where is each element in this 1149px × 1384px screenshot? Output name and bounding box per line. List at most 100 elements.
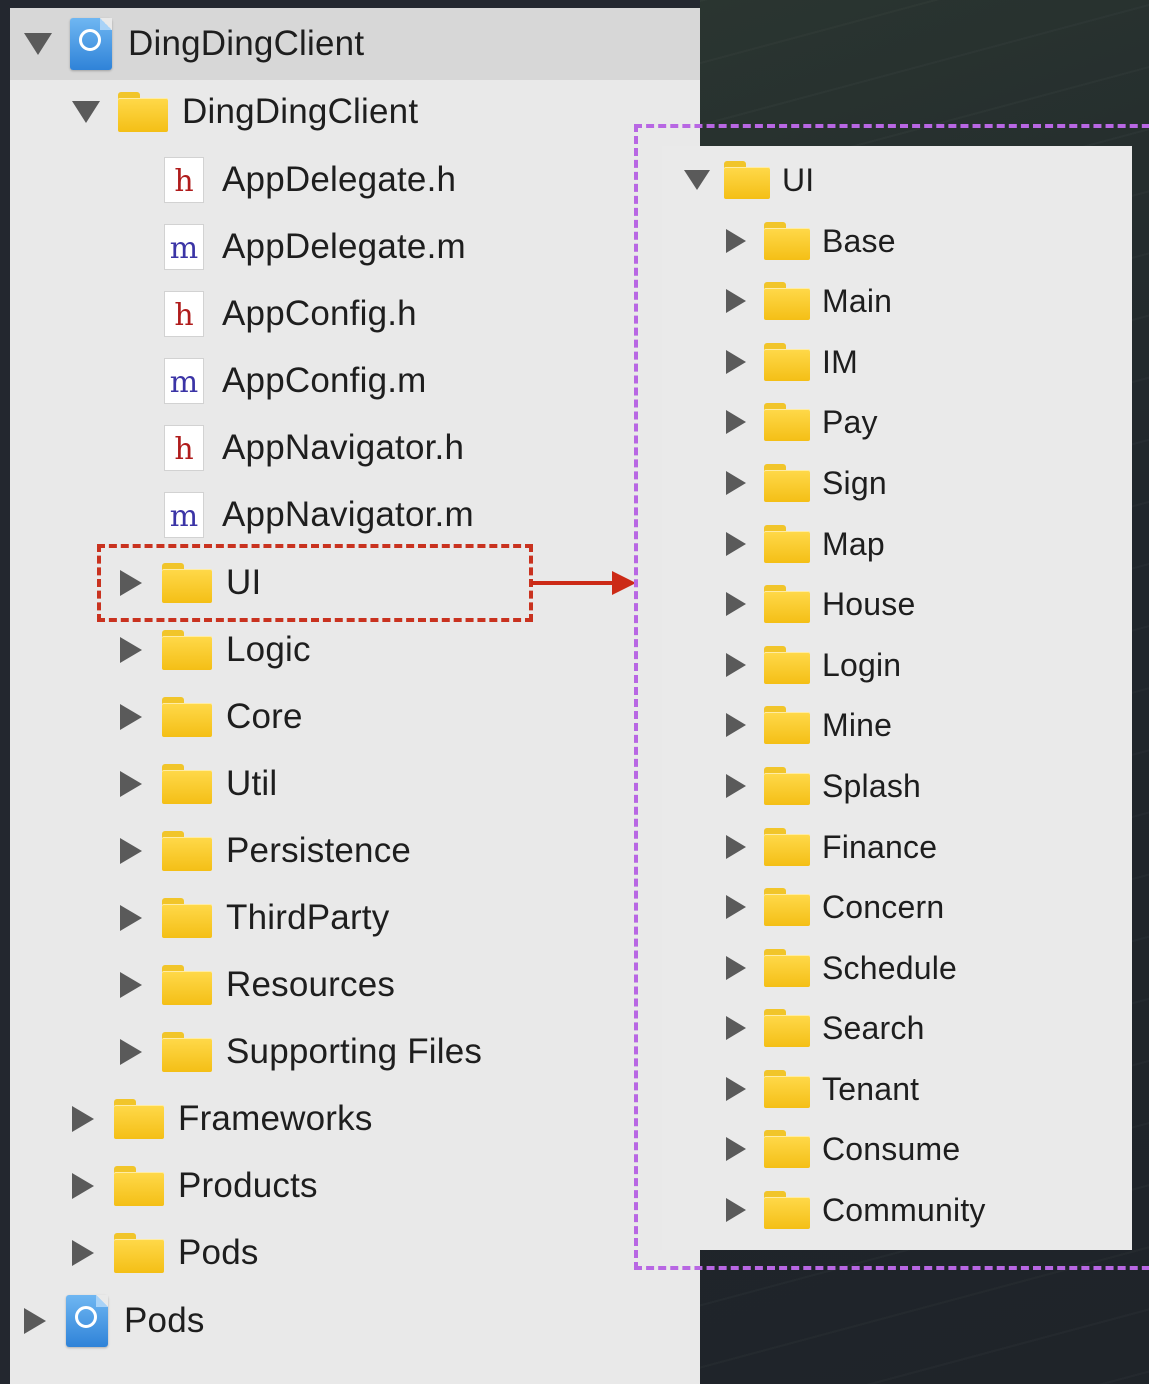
disclosure-collapsed-icon[interactable]: [726, 1077, 746, 1101]
tree-row-folder[interactable]: Main: [726, 273, 892, 329]
folder-label: Supporting Files: [226, 1032, 483, 1071]
disclosure-expanded-icon[interactable]: [72, 101, 100, 123]
tree-row-folder[interactable]: Community: [726, 1182, 986, 1238]
disclosure-collapsed-icon[interactable]: [726, 1137, 746, 1161]
tree-row-file[interactable]: m AppConfig.m: [164, 351, 427, 411]
tree-row-project[interactable]: Pods: [24, 1291, 205, 1351]
disclosure-collapsed-icon[interactable]: [120, 838, 142, 864]
xcode-project-icon: [66, 1295, 108, 1347]
disclosure-collapsed-icon[interactable]: [726, 713, 746, 737]
project-navigator[interactable]: DingDingClient DingDingClient h AppDeleg…: [10, 8, 700, 1384]
folder-icon: [764, 949, 810, 987]
tree-row-folder-ui[interactable]: UI: [684, 152, 814, 208]
tree-row-folder[interactable]: Splash: [726, 758, 921, 814]
disclosure-collapsed-icon[interactable]: [726, 410, 746, 434]
tree-row-folder[interactable]: Supporting Files: [120, 1022, 482, 1082]
folder-label: Map: [822, 525, 885, 562]
tree-row-file[interactable]: m AppNavigator.m: [164, 485, 474, 545]
ui-folder-expanded-panel[interactable]: UI Base Main IM Pay Sign Map House Login…: [662, 146, 1132, 1250]
tree-row-folder[interactable]: House: [726, 576, 916, 632]
project-label: Pods: [124, 1301, 205, 1340]
disclosure-collapsed-icon[interactable]: [726, 956, 746, 980]
tree-row-folder[interactable]: Sign: [726, 455, 887, 511]
disclosure-collapsed-icon[interactable]: [120, 704, 142, 730]
tree-row-folder[interactable]: IM: [726, 334, 858, 390]
folder-label: Finance: [822, 828, 938, 865]
tree-row-folder[interactable]: Mine: [726, 697, 892, 753]
implementation-file-icon: m: [164, 358, 204, 404]
folder-icon: [764, 646, 810, 684]
disclosure-collapsed-icon[interactable]: [726, 532, 746, 556]
connector-arrow-line: [531, 581, 615, 585]
tree-row-project[interactable]: DingDingClient: [24, 14, 364, 74]
folder-icon: [724, 161, 770, 199]
file-label: AppConfig.h: [222, 294, 417, 333]
disclosure-collapsed-icon[interactable]: [726, 592, 746, 616]
disclosure-collapsed-icon[interactable]: [726, 350, 746, 374]
tree-row-folder[interactable]: Pods: [72, 1223, 259, 1283]
tree-row-file[interactable]: h AppDelegate.h: [164, 150, 456, 210]
disclosure-collapsed-icon[interactable]: [120, 905, 142, 931]
disclosure-collapsed-icon[interactable]: [726, 835, 746, 859]
file-label: AppNavigator.h: [222, 428, 465, 467]
tree-row-folder[interactable]: Consume: [726, 1121, 960, 1177]
tree-row-folder[interactable]: Search: [726, 1000, 925, 1056]
tree-row-folder[interactable]: Persistence: [120, 821, 411, 881]
disclosure-collapsed-icon[interactable]: [120, 637, 142, 663]
disclosure-collapsed-icon[interactable]: [72, 1106, 94, 1132]
header-file-icon: h: [164, 157, 204, 203]
tree-row-folder[interactable]: Login: [726, 637, 901, 693]
disclosure-collapsed-icon[interactable]: [726, 1198, 746, 1222]
tree-row-folder[interactable]: Frameworks: [72, 1089, 373, 1149]
folder-label: Sign: [822, 464, 887, 501]
folder-icon: [764, 343, 810, 381]
tree-row-folder[interactable]: Logic: [120, 620, 311, 680]
disclosure-collapsed-icon[interactable]: [24, 1308, 46, 1334]
tree-row-file[interactable]: h AppNavigator.h: [164, 418, 464, 478]
header-file-icon: h: [164, 425, 204, 471]
tree-row-folder[interactable]: Concern: [726, 879, 944, 935]
disclosure-collapsed-icon[interactable]: [120, 771, 142, 797]
folder-label: Pods: [178, 1233, 259, 1272]
tree-row-folder[interactable]: Util: [120, 754, 277, 814]
disclosure-collapsed-icon[interactable]: [726, 653, 746, 677]
tree-row-folder[interactable]: Resources: [120, 955, 395, 1015]
tree-row-group[interactable]: DingDingClient: [72, 82, 418, 142]
folder-label: Login: [822, 646, 902, 683]
folder-label: Logic: [226, 630, 311, 669]
disclosure-expanded-icon[interactable]: [684, 170, 710, 190]
folder-icon: [764, 1191, 810, 1229]
disclosure-collapsed-icon[interactable]: [726, 774, 746, 798]
folder-icon: [764, 1130, 810, 1168]
disclosure-collapsed-icon[interactable]: [120, 1039, 142, 1065]
folder-icon: [162, 1032, 212, 1072]
tree-row-folder[interactable]: ThirdParty: [120, 888, 389, 948]
folder-icon: [118, 92, 168, 132]
disclosure-collapsed-icon[interactable]: [120, 972, 142, 998]
tree-row-folder[interactable]: Base: [726, 213, 896, 269]
tree-row-file[interactable]: h AppConfig.h: [164, 284, 417, 344]
disclosure-collapsed-icon[interactable]: [726, 471, 746, 495]
tree-row-folder[interactable]: Schedule: [726, 940, 957, 996]
tree-row-folder[interactable]: Pay: [726, 394, 878, 450]
tree-row-folder[interactable]: Map: [726, 516, 885, 572]
disclosure-expanded-icon[interactable]: [24, 33, 52, 55]
disclosure-collapsed-icon[interactable]: [726, 1016, 746, 1040]
folder-icon: [162, 898, 212, 938]
tree-row-file[interactable]: m AppDelegate.m: [164, 217, 466, 277]
tree-row-folder[interactable]: Finance: [726, 819, 937, 875]
disclosure-collapsed-icon[interactable]: [726, 229, 746, 253]
folder-label: Core: [226, 697, 303, 736]
disclosure-collapsed-icon[interactable]: [72, 1173, 94, 1199]
folder-icon: [114, 1099, 164, 1139]
tree-row-folder[interactable]: Tenant: [726, 1061, 919, 1117]
folder-icon: [764, 1009, 810, 1047]
folder-label: Products: [178, 1166, 318, 1205]
disclosure-collapsed-icon[interactable]: [72, 1240, 94, 1266]
tree-row-folder[interactable]: Products: [72, 1156, 318, 1216]
disclosure-collapsed-icon[interactable]: [726, 289, 746, 313]
xcode-project-icon: [70, 18, 112, 70]
disclosure-collapsed-icon[interactable]: [726, 895, 746, 919]
tree-row-folder[interactable]: Core: [120, 687, 303, 747]
folder-label: Concern: [822, 888, 945, 925]
